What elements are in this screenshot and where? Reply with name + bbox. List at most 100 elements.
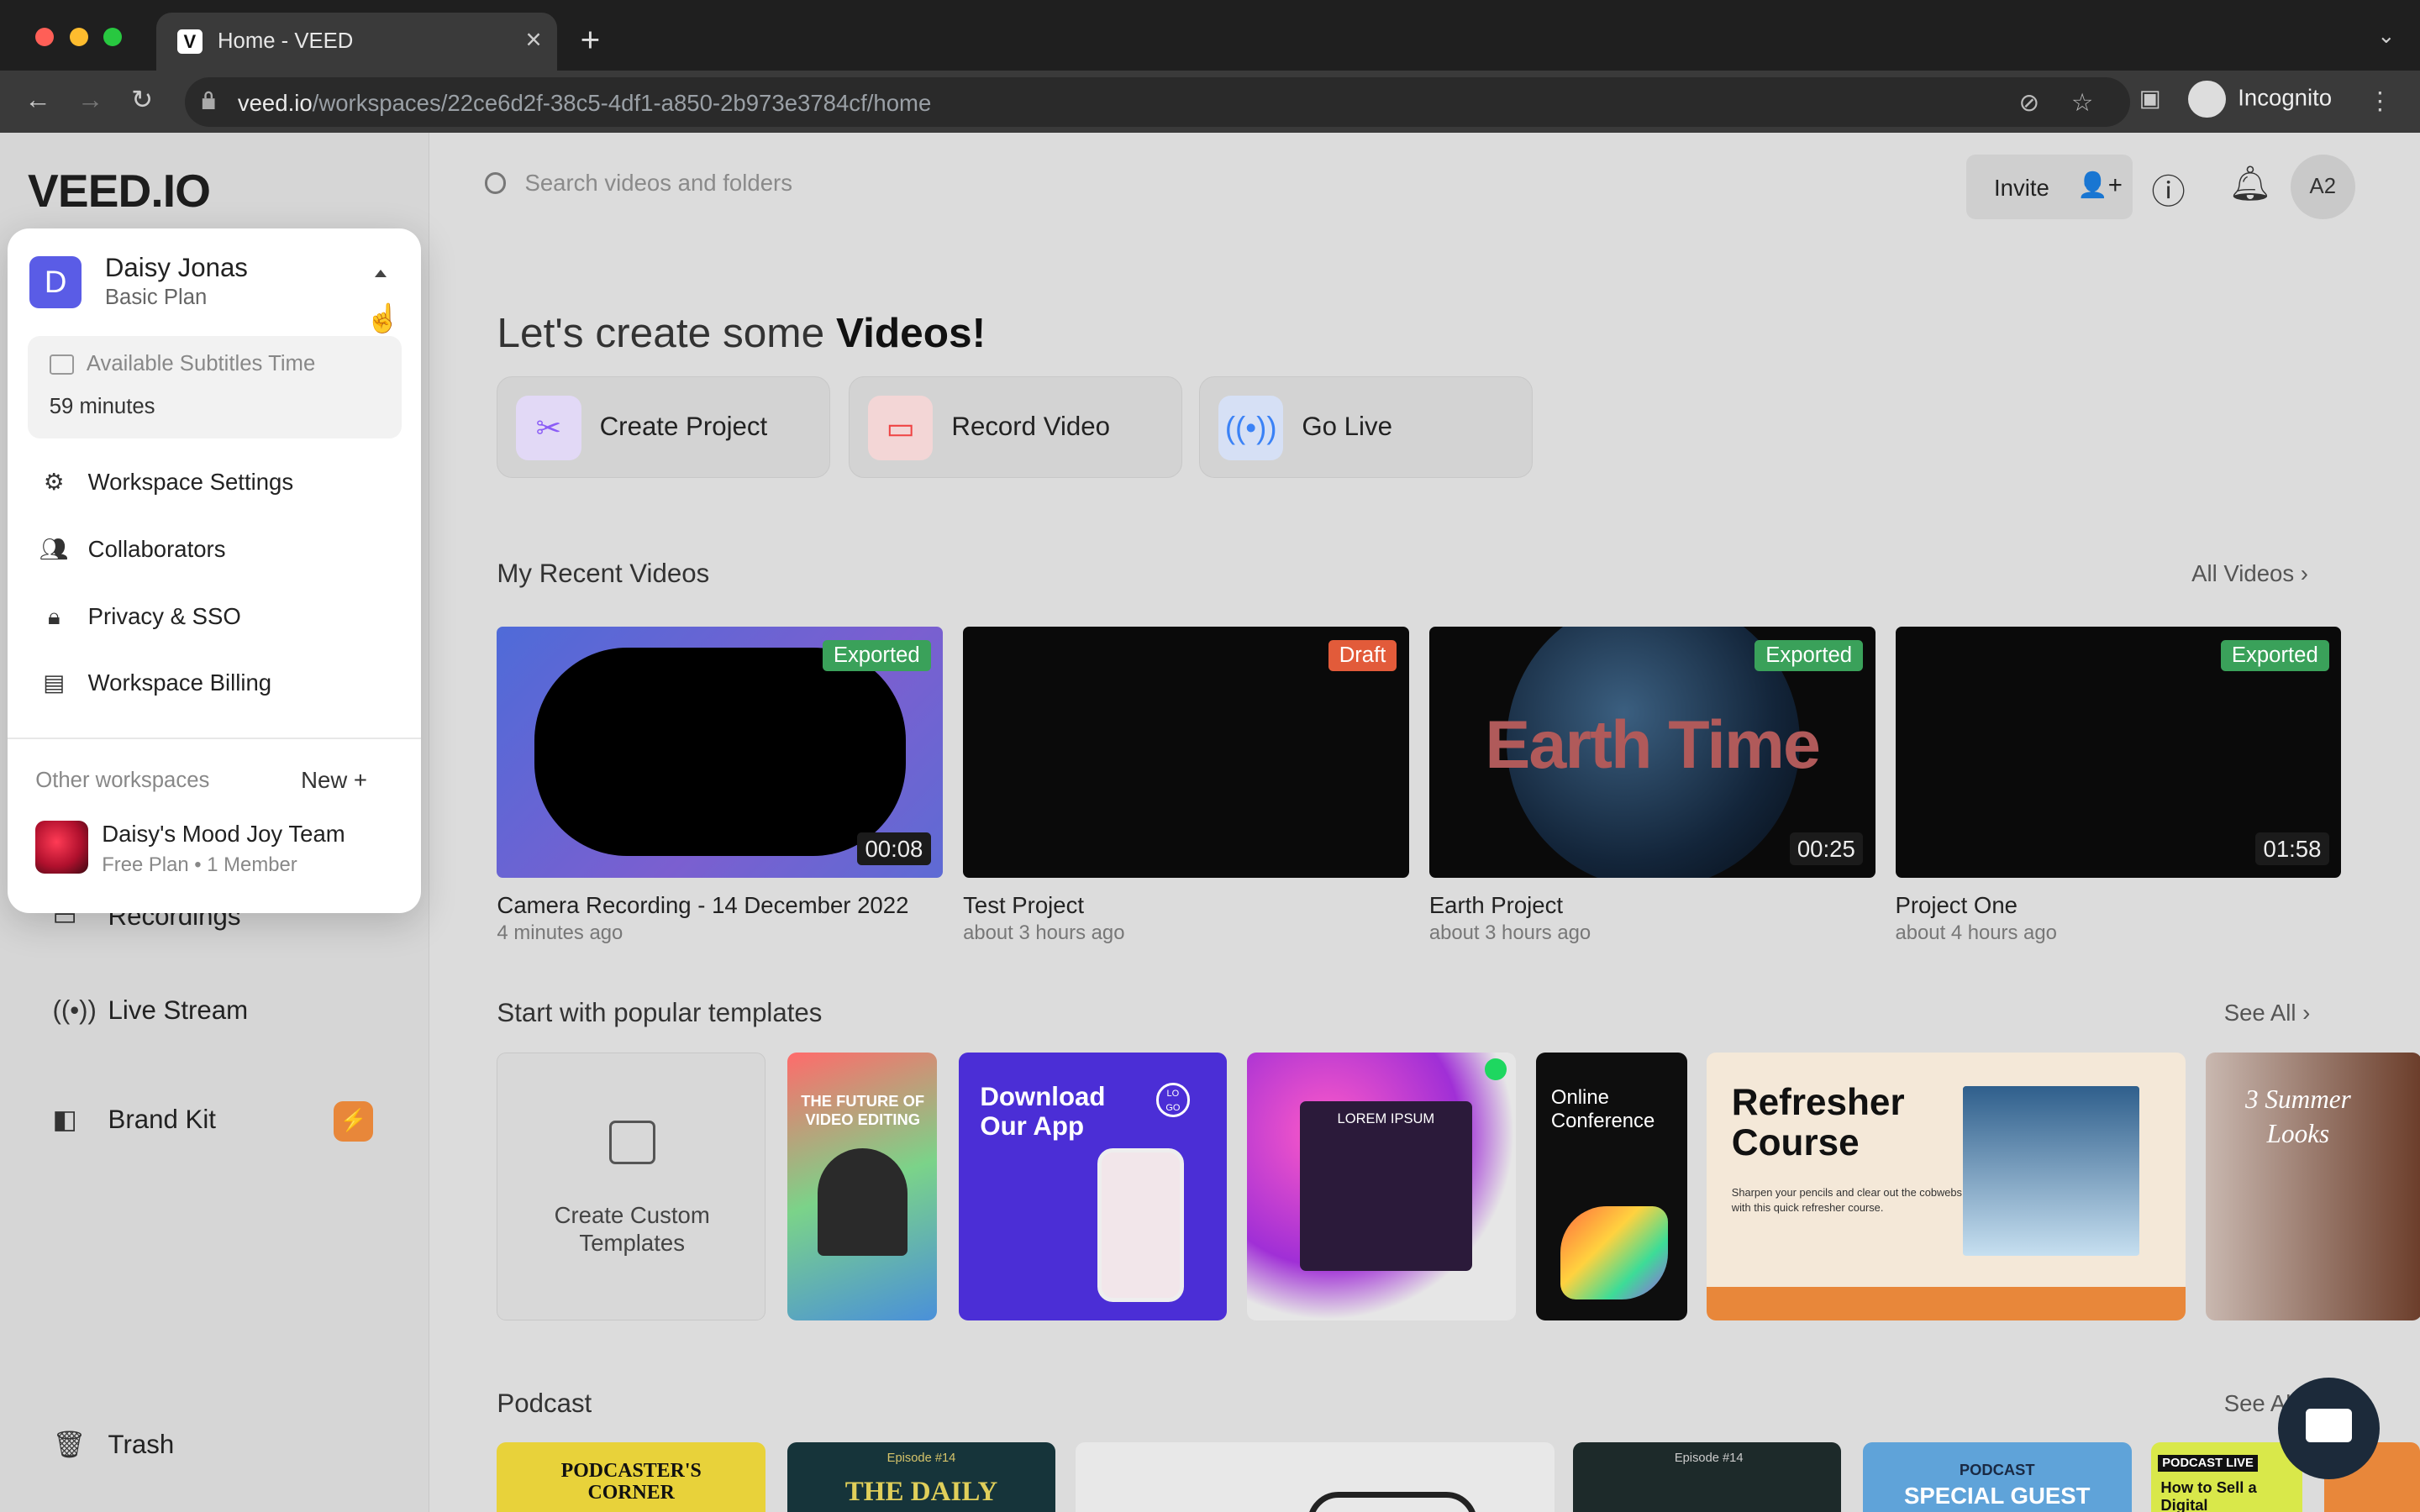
workspace-settings-item[interactable]: ⚙ Workspace Settings [39, 469, 293, 496]
other-workspaces-label: Other workspaces [35, 768, 210, 792]
camera-icon: ▭ [868, 396, 934, 461]
veed-favicon-icon: V [177, 29, 203, 55]
video-card[interactable]: Earth Time Exported 00:25 Earth Project … [1428, 626, 1876, 946]
podcast-card[interactable] [1076, 1442, 1555, 1512]
podcast-card[interactable]: PODCAST SPECIAL GUEST [1862, 1442, 2132, 1512]
billing-icon: ▤ [43, 669, 66, 696]
tab-search-chevron-icon[interactable]: ⌄ [2377, 24, 2396, 49]
video-card[interactable]: Exported 00:08 Camera Recording - 14 Dec… [497, 626, 944, 946]
duration-badge: 00:25 [1789, 832, 1863, 866]
browser-tab[interactable]: V Home - VEED × [155, 12, 558, 71]
user-plan: Basic Plan [104, 285, 208, 309]
help-icon[interactable]: ⓘ [2151, 164, 2185, 213]
eye-off-icon[interactable]: ⊘ [2018, 88, 2039, 118]
sidebar-item-live-stream[interactable]: ((•)) Live Stream [52, 995, 248, 1026]
workspace-meta: Free Plan • 1 Member [102, 853, 297, 876]
template-card[interactable]: LOREM IPSUM [1247, 1052, 1516, 1321]
video-time: about 4 hours ago [1895, 921, 2057, 945]
podcast-card[interactable]: Episode #14 THE DAILY [786, 1442, 1056, 1512]
workspace-dropdown: D Daisy Jonas Basic Plan Available Subti… [8, 228, 422, 914]
template-card[interactable]: Refresher Course Sharpen your pencils an… [1707, 1052, 2186, 1321]
recent-videos-title: My Recent Videos [497, 558, 710, 588]
video-thumbnail[interactable]: Earth Time Exported 00:25 [1428, 626, 1876, 879]
camera-shape [534, 648, 907, 857]
reload-icon[interactable]: ↻ [131, 85, 153, 115]
new-tab-icon[interactable]: + [581, 20, 601, 60]
podcast-card[interactable]: PODCAST LIVE How to Sell a Digital [2151, 1442, 2303, 1512]
back-icon[interactable]: ← [24, 85, 50, 115]
search-icon [484, 172, 507, 194]
veed-logo[interactable]: VEED.IO [28, 164, 211, 218]
video-card[interactable]: Exported 01:58 Project One about 4 hours… [1895, 626, 2342, 946]
bell-icon[interactable]: 🔔︎ [2228, 164, 2271, 203]
podcast-title: Podcast [497, 1389, 592, 1419]
avatar[interactable]: A2 [2290, 154, 2355, 219]
browser-toolbar: ← → ↻ veed.io/workspaces/22ce6d2f-38c5-4… [0, 71, 2420, 133]
record-video-button[interactable]: ▭ Record Video [849, 376, 1182, 479]
side-panel-icon[interactable]: ▣ [2139, 85, 2161, 112]
page-title: Let's create some Videos! [497, 309, 986, 357]
collaborators-item[interactable]: 👥︎ Collaborators [39, 535, 226, 563]
video-time: about 3 hours ago [963, 921, 1125, 945]
chat-support-button[interactable] [2278, 1378, 2381, 1480]
new-workspace-button[interactable]: New + [301, 767, 367, 794]
create-project-button[interactable]: ✂ Create Project [497, 376, 831, 479]
tab-title: Home - VEED [217, 29, 354, 53]
see-all-templates-link[interactable]: See All › [2224, 1000, 2311, 1026]
lock-icon: 🔒︎ [47, 603, 60, 630]
video-thumbnail[interactable]: Draft [963, 626, 1409, 879]
template-card[interactable]: Online Conference [1535, 1052, 1687, 1321]
video-thumbnail[interactable]: Exported 01:58 [1895, 626, 2342, 879]
user-avatar[interactable]: D [29, 255, 82, 309]
go-live-button[interactable]: ((•)) Go Live [1199, 376, 1533, 479]
shapes-image [1560, 1206, 1669, 1299]
template-card[interactable]: THE FUTURE OF VIDEO EDITING [786, 1052, 937, 1321]
all-videos-link[interactable]: All Videos › [2191, 560, 2308, 587]
template-card[interactable]: Download Our App LO GO [958, 1052, 1228, 1321]
incognito-icon [2188, 80, 2226, 118]
add-template-icon [608, 1121, 655, 1164]
divider [8, 737, 422, 739]
invite-button[interactable]: Invite 👤+ [1965, 154, 2133, 219]
trash-icon: 🗑 [52, 1429, 87, 1459]
address-bar[interactable]: veed.io/workspaces/22ce6d2f-38c5-4df1-a8… [185, 76, 2130, 127]
lightning-icon: ⚡ [333, 1101, 374, 1142]
palette-icon: ◧ [52, 1105, 77, 1135]
video-card[interactable]: Draft Test Project about 3 hours ago [963, 626, 1409, 946]
minimize-window-button[interactable] [69, 28, 88, 47]
gear-icon: ⚙ [43, 469, 65, 496]
add-user-icon: 👤+ [2077, 171, 2123, 199]
close-tab-icon[interactable]: × [525, 24, 541, 56]
workspace-name[interactable]: Daisy's Mood Joy Team [102, 821, 345, 848]
users-icon: 👥︎ [39, 536, 69, 563]
caret-up-icon[interactable] [375, 270, 387, 278]
search-input[interactable]: Search videos and folders [484, 170, 792, 197]
status-badge: Exported [2221, 640, 2329, 671]
podcast-card[interactable]: PODCASTER'S CORNER [497, 1442, 765, 1512]
video-name: Test Project [963, 891, 1085, 918]
person-image [818, 1147, 908, 1257]
video-time: about 3 hours ago [1428, 921, 1591, 945]
privacy-sso-item[interactable]: 🔒︎ Privacy & SSO [39, 603, 241, 631]
earth-title-text: Earth Time [1485, 707, 1821, 784]
template-card[interactable]: 3 Summer Looks [2205, 1052, 2420, 1321]
video-thumbnail[interactable]: Exported 00:08 [497, 626, 944, 879]
incognito-indicator[interactable]: Incognito [2188, 80, 2332, 118]
bookmark-star-icon[interactable]: ☆ [2071, 88, 2093, 118]
phone-image [1097, 1147, 1184, 1303]
maximize-window-button[interactable] [103, 28, 123, 47]
workspace-thumbnail[interactable] [35, 821, 88, 874]
url-text: veed.io/workspaces/22ce6d2f-38c5-4df1-a8… [237, 89, 932, 116]
podcast-card[interactable]: Episode #14 [1572, 1442, 1842, 1512]
create-custom-template-card[interactable]: Create Custom Templates [497, 1052, 765, 1321]
sidebar-item-brand-kit[interactable]: ◧ Brand Kit [52, 1105, 216, 1135]
close-window-button[interactable] [35, 28, 55, 47]
broadcast-icon: ((•)) [52, 995, 97, 1025]
sidebar-item-trash[interactable]: 🗑 Trash [52, 1429, 174, 1460]
browser-menu-icon[interactable]: ⋮ [2368, 87, 2392, 116]
forward-icon[interactable]: → [77, 85, 103, 115]
lock-icon [202, 92, 215, 110]
templates-title: Start with popular templates [497, 998, 823, 1028]
user-name[interactable]: Daisy Jonas [105, 253, 248, 283]
workspace-billing-item[interactable]: ▤ Workspace Billing [39, 669, 271, 696]
